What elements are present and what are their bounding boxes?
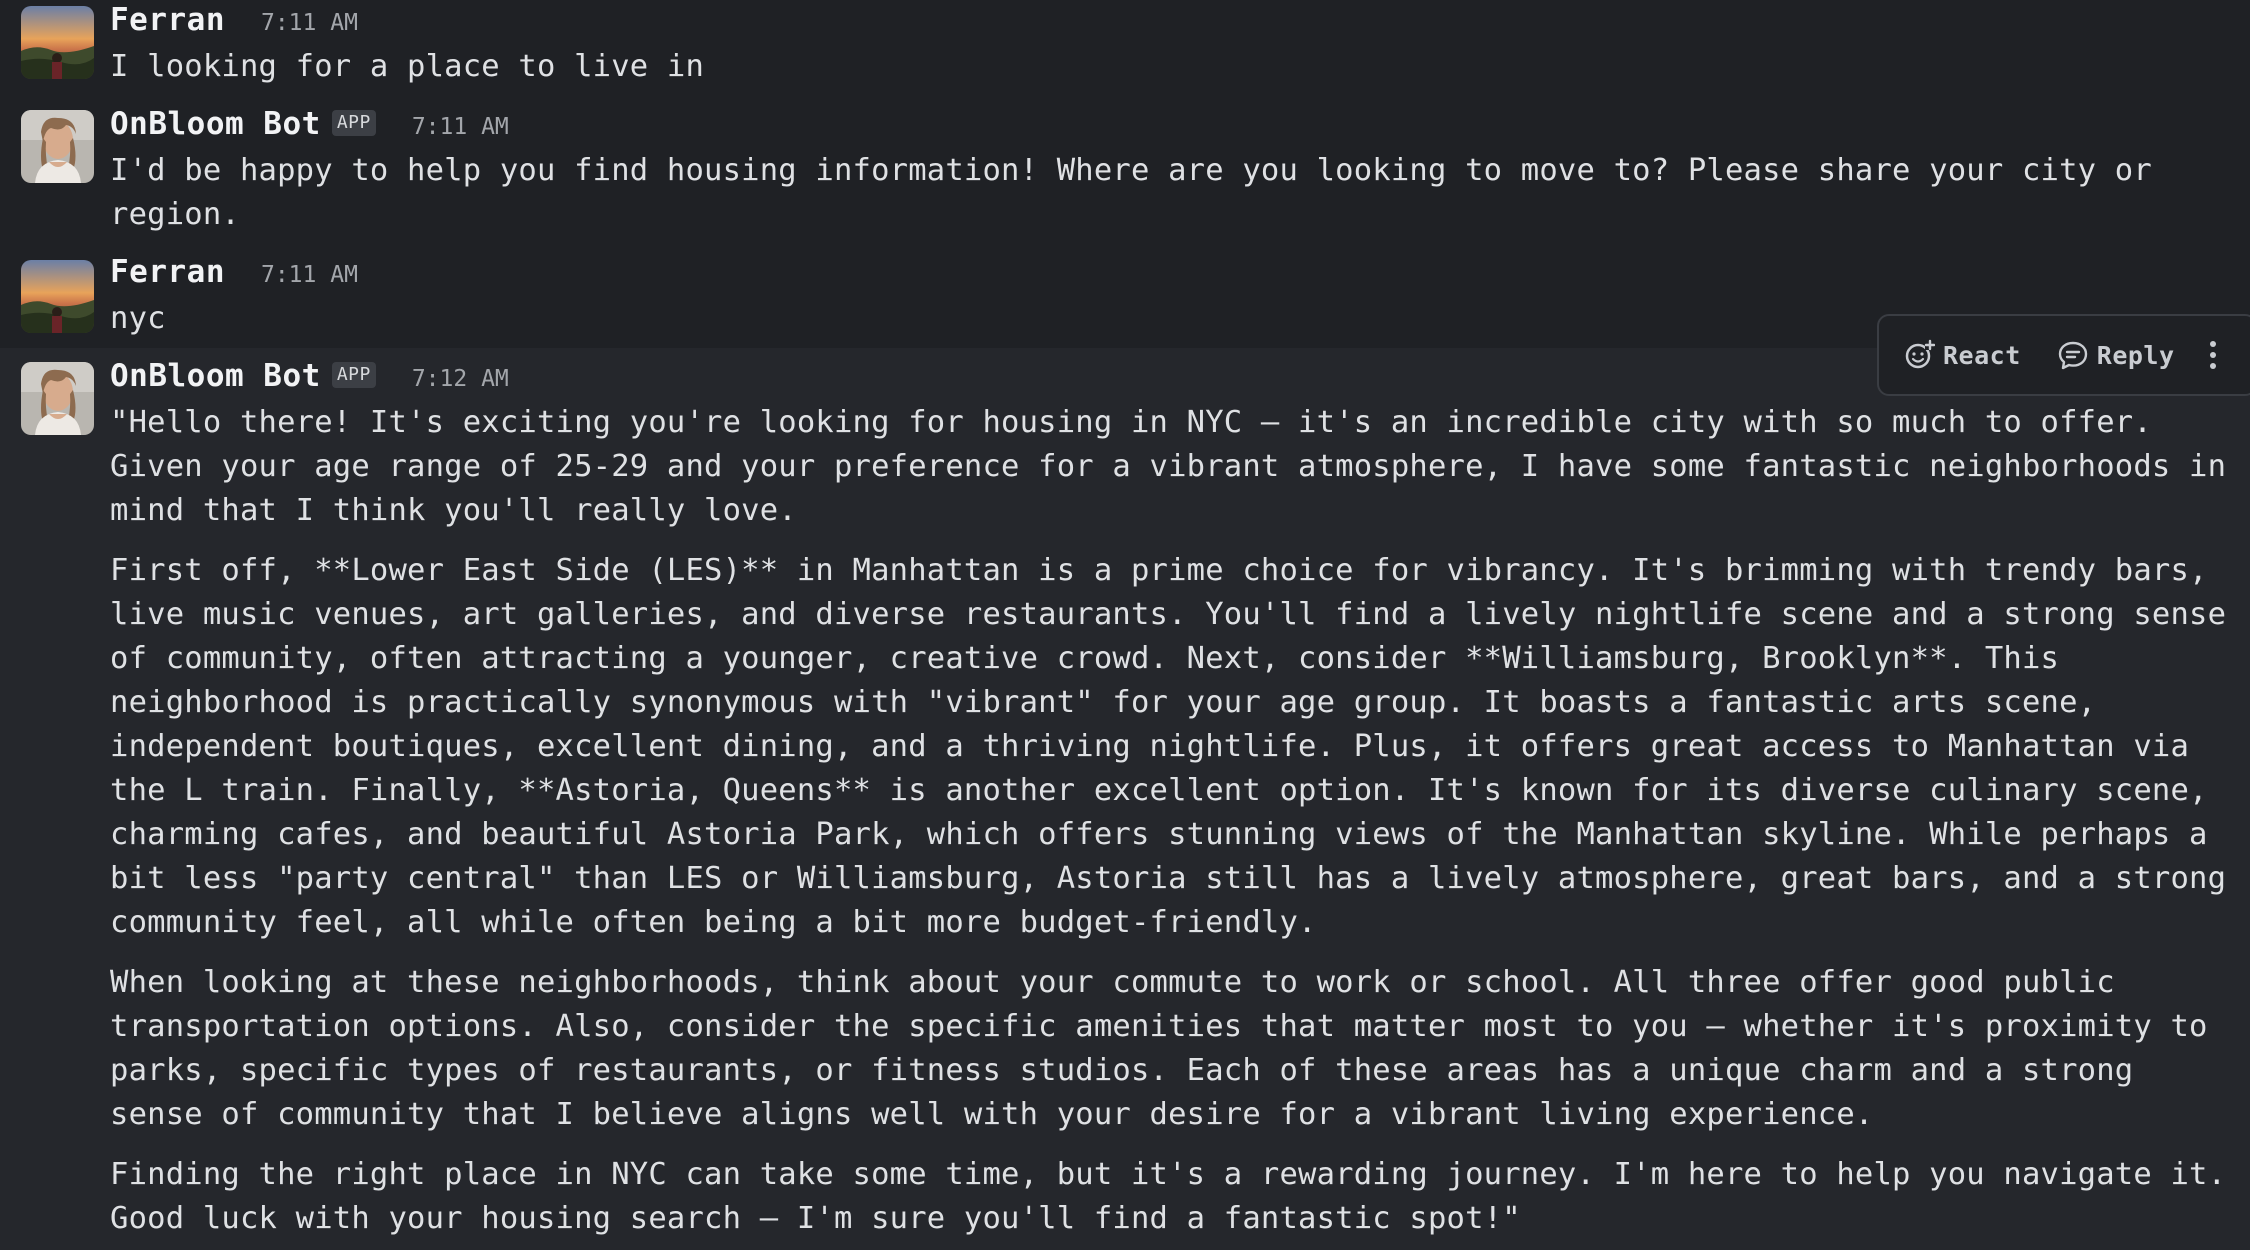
message-paragraph: I looking for a place to live in [110, 49, 705, 84]
app-badge: APP [331, 110, 376, 136]
chat-message-list: Ferran 7:11 AM I looking for a place to … [0, 0, 2250, 1250]
message-paragraph: "Hello there! It's exciting you're looki… [110, 405, 2227, 528]
message-timestamp[interactable]: 7:12 AM [412, 366, 509, 392]
react-button[interactable]: React [1903, 339, 2021, 371]
avatar-image [21, 6, 94, 79]
emoji-add-icon [1905, 339, 1935, 369]
message-author[interactable]: Ferran [110, 2, 225, 38]
message-timestamp[interactable]: 7:11 AM [261, 262, 358, 288]
message-paragraph: When looking at these neighborhoods, thi… [110, 965, 2208, 1132]
avatar-ferran[interactable] [21, 6, 94, 79]
message-item: Ferran 7:11 AM I looking for a place to … [0, 0, 2250, 100]
avatar-onbloom-bot[interactable] [21, 362, 94, 435]
message-body: I'd be happy to help you find housing in… [110, 149, 2235, 237]
message-item: OnBloom Bot APP 7:11 AM I'd be happy to … [0, 100, 2250, 250]
reply-button[interactable]: Reply [2057, 339, 2175, 371]
message-body: "Hello there! It's exciting you're looki… [110, 401, 2235, 1241]
message-body: I looking for a place to live in [110, 45, 2235, 89]
message-timestamp[interactable]: 7:11 AM [261, 10, 358, 36]
avatar-image [21, 260, 94, 333]
reply-label: Reply [2096, 340, 2175, 370]
message-paragraph: I'd be happy to help you find housing in… [110, 153, 2152, 232]
reply-bubble-icon [2058, 341, 2087, 370]
more-vertical-icon [2209, 341, 2216, 369]
avatar-image [21, 362, 94, 435]
avatar-onbloom-bot[interactable] [21, 110, 94, 183]
app-badge: APP [331, 362, 376, 388]
message-timestamp[interactable]: 7:11 AM [412, 114, 509, 140]
message-author[interactable]: OnBloom Bot [110, 358, 321, 394]
message-hover-toolbar: React Reply [1877, 314, 2250, 396]
avatar-ferran[interactable] [21, 260, 94, 333]
message-paragraph: First off, **Lower East Side (LES)** in … [110, 553, 2227, 940]
message-paragraph: Finding the right place in NYC can take … [110, 1157, 2227, 1236]
avatar-image [21, 110, 94, 183]
message-author[interactable]: OnBloom Bot [110, 106, 321, 142]
message-author[interactable]: Ferran [110, 254, 225, 290]
message-item: OnBloom Bot APP 7:12 AM "Hello there! It… [0, 348, 2250, 1250]
more-options-button[interactable] [2203, 337, 2223, 373]
react-label: React [1943, 340, 2021, 370]
